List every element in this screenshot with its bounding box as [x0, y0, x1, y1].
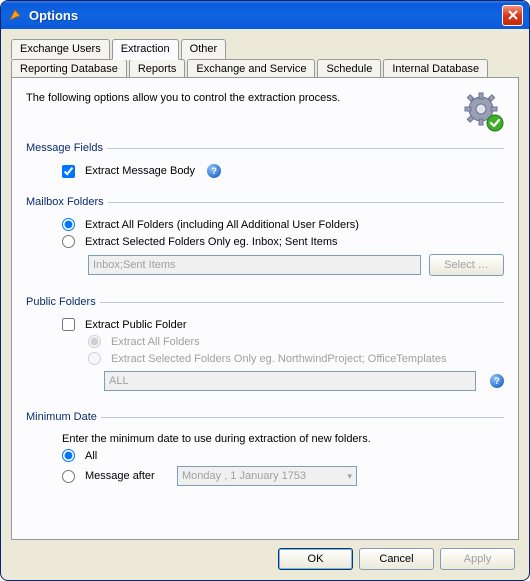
tab-exchange-and-service[interactable]: Exchange and Service: [187, 59, 315, 78]
hint-minimum-date: Enter the minimum date to use during ext…: [62, 433, 371, 445]
radio-min-date-after[interactable]: [62, 470, 75, 483]
radio-mailbox-selected[interactable]: [62, 235, 75, 248]
gear-icon: [462, 90, 504, 132]
app-icon: [7, 7, 23, 23]
radio-min-date-all[interactable]: [62, 449, 75, 462]
group-mailbox-folders: Mailbox Folders Extract All Folders (inc…: [26, 196, 504, 286]
tab-exchange-users[interactable]: Exchange Users: [11, 39, 110, 59]
tab-reporting-database[interactable]: Reporting Database: [11, 59, 127, 78]
tab-other[interactable]: Other: [181, 39, 227, 59]
tab-extraction[interactable]: Extraction: [112, 39, 179, 60]
input-public-folders[interactable]: [104, 371, 476, 391]
cancel-button[interactable]: Cancel: [359, 548, 434, 570]
label-extract-message-body: Extract Message Body: [85, 165, 195, 177]
input-mailbox-folders[interactable]: [88, 255, 421, 275]
datepicker-min-date[interactable]: Monday , 1 January 1753 ▾: [177, 466, 357, 486]
titlebar: Options: [1, 1, 529, 29]
label-public-selected: Extract Selected Folders Only eg. Northw…: [111, 353, 446, 365]
help-icon[interactable]: ?: [490, 374, 504, 388]
tab-schedule[interactable]: Schedule: [317, 59, 381, 78]
legend-public-folders: Public Folders: [26, 296, 100, 308]
close-button[interactable]: [502, 5, 523, 26]
tab-strip: Reporting Database Reports Exchange and …: [11, 39, 519, 78]
datepicker-value: Monday , 1 January 1753: [182, 470, 306, 482]
chevron-down-icon: ▾: [347, 471, 352, 482]
radio-public-selected[interactable]: [88, 352, 101, 365]
legend-message-fields: Message Fields: [26, 142, 107, 154]
tab-panel-extraction: The following options allow you to contr…: [11, 77, 519, 540]
label-min-date-after: Message after: [85, 470, 171, 482]
checkbox-extract-message-body[interactable]: [62, 165, 75, 178]
label-public-all: Extract All Folders: [111, 336, 200, 348]
radio-public-all[interactable]: [88, 335, 101, 348]
window-title: Options: [29, 8, 502, 23]
radio-mailbox-all[interactable]: [62, 218, 75, 231]
label-mailbox-all: Extract All Folders (including All Addit…: [85, 219, 359, 231]
options-window: Options Reporting Database Reports Excha…: [0, 0, 530, 581]
tab-reports[interactable]: Reports: [129, 59, 186, 78]
group-minimum-date: Minimum Date Enter the minimum date to u…: [26, 411, 504, 494]
dialog-button-bar: OK Cancel Apply: [11, 540, 519, 572]
apply-button[interactable]: Apply: [440, 548, 515, 570]
legend-minimum-date: Minimum Date: [26, 411, 101, 423]
client-area: Reporting Database Reports Exchange and …: [1, 29, 529, 580]
checkbox-extract-public-folder[interactable]: [62, 318, 75, 331]
legend-mailbox-folders: Mailbox Folders: [26, 196, 108, 208]
label-min-date-all: All: [85, 450, 97, 462]
ok-button[interactable]: OK: [278, 548, 353, 570]
group-public-folders: Public Folders Extract Public Folder Ext…: [26, 296, 504, 401]
help-icon[interactable]: ?: [207, 164, 221, 178]
button-select-mailbox-folders[interactable]: Select …: [429, 254, 504, 276]
label-extract-public-folder: Extract Public Folder: [85, 319, 186, 331]
intro-text: The following options allow you to contr…: [26, 90, 462, 104]
tab-internal-database[interactable]: Internal Database: [383, 59, 488, 78]
group-message-fields: Message Fields Extract Message Body ?: [26, 142, 504, 186]
label-mailbox-selected: Extract Selected Folders Only eg. Inbox;…: [85, 236, 338, 248]
